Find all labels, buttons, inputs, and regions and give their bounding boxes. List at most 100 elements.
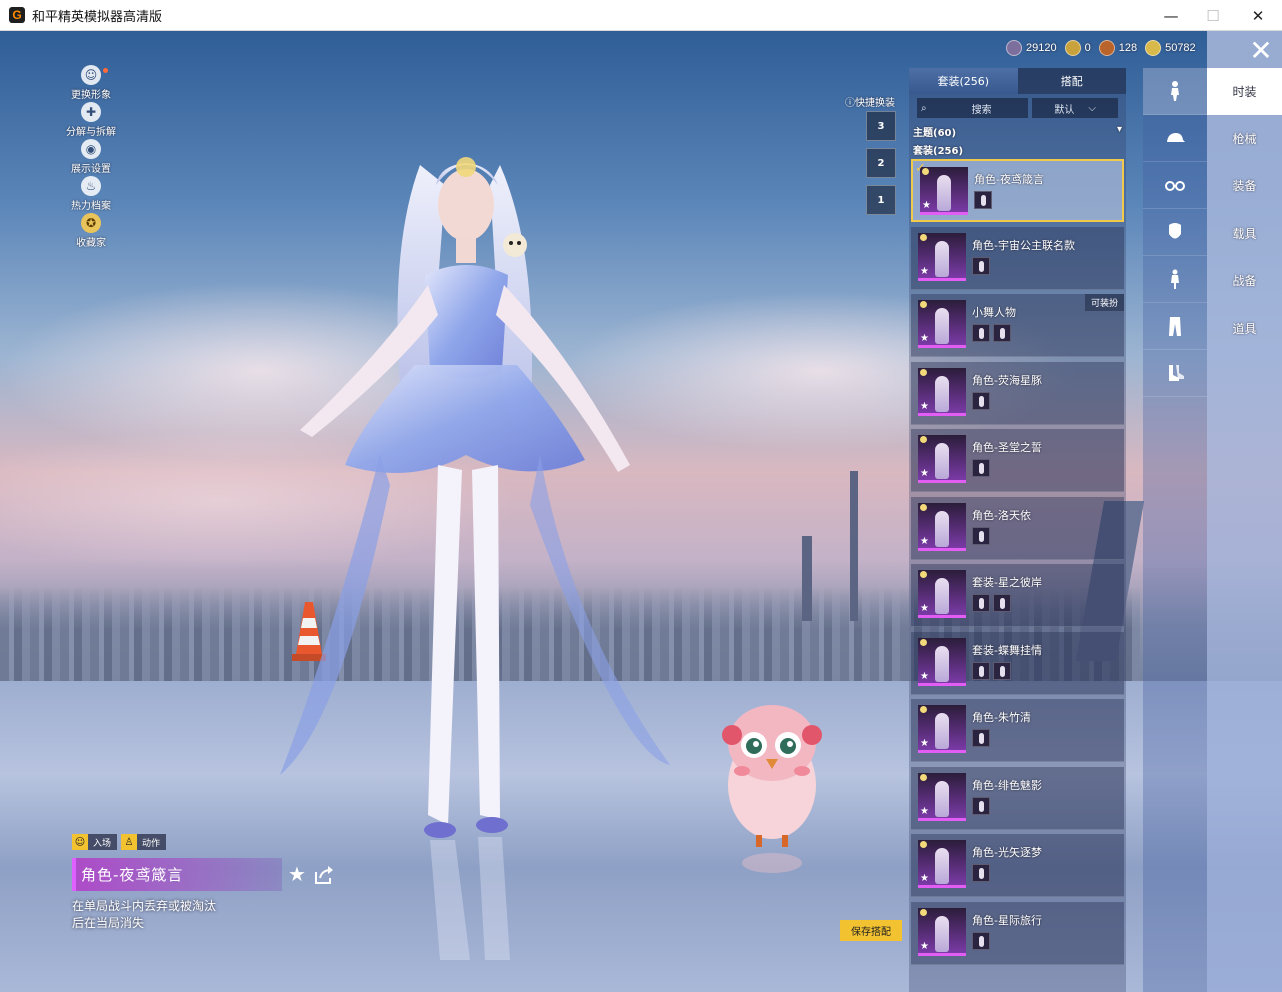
display-settings-button[interactable]: ◉ 展示设置 [55, 139, 127, 176]
outfit-part-icon[interactable] [974, 191, 992, 209]
outfit-parts [972, 594, 1011, 612]
glasses-category[interactable] [1143, 162, 1207, 209]
outfit-parts [974, 191, 992, 209]
change-avatar-button[interactable]: ☺ 更换形象 [55, 65, 127, 102]
window-close-button[interactable]: ✕ [1235, 0, 1281, 31]
outfit-part-icon[interactable] [972, 459, 990, 477]
collector-button[interactable]: ✪ 收藏家 [55, 213, 127, 250]
outfit-list-item[interactable]: ★ 角色-绯色魅影 [911, 766, 1124, 830]
outfit-list-item[interactable]: ★ 套装-星之彼岸 [911, 564, 1124, 627]
outfit-part-icon[interactable] [972, 324, 990, 342]
star-icon[interactable]: ★ [920, 266, 929, 277]
outfit-parts [972, 931, 990, 950]
outfit-part-icon[interactable] [972, 729, 990, 747]
outfit-list-item[interactable]: ★ 角色-宇宙公主联名款 [911, 226, 1124, 290]
figure-preview [935, 240, 949, 277]
quick-change-slot-1[interactable]: 1 [866, 185, 896, 215]
sort-dropdown[interactable]: 默认 ⌵ [1032, 98, 1118, 118]
action-tag[interactable]: ♙ 动作 [121, 834, 167, 850]
outfit-parts [972, 729, 990, 747]
outfit-list-item[interactable]: ★ 角色-荧海星豚 [911, 361, 1124, 425]
star-icon[interactable]: ★ [922, 200, 931, 211]
pants-category[interactable] [1143, 303, 1207, 350]
star-icon[interactable]: ★ [920, 468, 929, 479]
star-icon[interactable]: ★ [920, 536, 929, 547]
shoes-category[interactable] [1143, 350, 1207, 397]
help-icon[interactable]: ⓘ [845, 98, 855, 109]
heat-archive-label: 热力档案 [71, 201, 111, 212]
outfit-list-item[interactable]: ★ 套装-蝶舞挂情 [911, 631, 1124, 695]
outfit-list-item[interactable]: ★ 角色-星际旅行 [911, 901, 1124, 965]
favorite-star-icon[interactable]: ★ [286, 863, 308, 885]
maximize-button[interactable]: ☐ [1190, 0, 1236, 31]
heat-archive-button[interactable]: ♨ 热力档案 [55, 176, 127, 213]
currency-value: 29120 [1026, 42, 1057, 54]
mask-category[interactable] [1143, 209, 1207, 256]
outfit-part-icon[interactable] [972, 256, 990, 275]
outfit-part-icon[interactable] [972, 526, 990, 545]
figure-preview [935, 375, 949, 412]
figure-preview [935, 713, 949, 749]
star-icon[interactable]: ★ [920, 806, 929, 817]
entry-tag[interactable]: ☺ 入场 [72, 834, 118, 850]
outfit-parts [972, 391, 990, 410]
outfit-list-item[interactable]: ★ 小舞人物 可装扮 [911, 294, 1124, 357]
nav-items[interactable]: 道具 [1207, 305, 1282, 352]
character-category[interactable] [1143, 68, 1207, 115]
decompose-button[interactable]: ✚ 分解与拆解 [55, 102, 127, 139]
nav-fashion[interactable]: 时装 [1207, 68, 1282, 115]
outfit-list-item[interactable]: ★ 角色-朱竹清 [911, 699, 1124, 762]
nav-equipment[interactable]: 装备 [1207, 162, 1282, 209]
notification-dot [103, 68, 108, 73]
star-icon[interactable]: ★ [920, 873, 929, 884]
star-icon[interactable]: ★ [920, 738, 929, 749]
star-icon[interactable]: ★ [920, 941, 929, 952]
outfit-part-icon[interactable] [993, 661, 1011, 680]
outfit-list-item[interactable]: ★ 角色-圣堂之誓 [911, 429, 1124, 492]
outfit-part-icon[interactable] [972, 864, 990, 882]
theme-filter[interactable]: 主题(60) ▾ [913, 124, 1122, 139]
quick-change-slot-2[interactable]: 2 [866, 148, 896, 178]
outfit-part-icon[interactable] [972, 931, 990, 950]
top-icon [1171, 269, 1179, 289]
character-icon [1171, 81, 1179, 101]
minimize-button[interactable]: — [1148, 0, 1194, 31]
outfit-item-name: 小舞人物 [972, 306, 1016, 319]
action-tags: ☺ 入场 ♙ 动作 [72, 834, 167, 850]
outfit-part-icon[interactable] [993, 594, 1011, 612]
outfit-list-item[interactable]: ★ 角色-光矢逐梦 [911, 834, 1124, 897]
save-outfit-button[interactable]: 保存搭配 [840, 920, 902, 941]
outfit-part-icon[interactable] [972, 661, 990, 680]
outfit-slot-icon: 2 [877, 157, 885, 169]
outfit-part-icon[interactable] [972, 594, 990, 612]
close-icon[interactable]: ✕ [1245, 36, 1277, 66]
share-icon[interactable] [313, 864, 335, 886]
search-placeholder: 搜索 [971, 104, 992, 116]
outfit-thumbnail: ★ [920, 167, 968, 215]
star-icon[interactable]: ★ [920, 401, 929, 412]
star-icon[interactable]: ★ [920, 333, 929, 344]
outfit-item-name: 角色-荧海星豚 [972, 373, 1042, 387]
hat-category[interactable] [1143, 115, 1207, 162]
quick-change-slot-3[interactable]: 3 [866, 111, 896, 141]
outfit-part-icon[interactable] [972, 391, 990, 410]
nav-guns[interactable]: 枪械 [1207, 115, 1282, 162]
tab-outfits[interactable]: 套装(256) [909, 68, 1018, 94]
figure-preview [935, 848, 949, 884]
outfit-part-icon[interactable] [972, 796, 990, 815]
star-icon[interactable]: ★ [920, 603, 929, 614]
outfit-part-icon[interactable] [993, 324, 1011, 342]
nav-vehicles[interactable]: 载具 [1207, 210, 1282, 257]
search-input[interactable]: ⌕ 搜索 [917, 98, 1029, 118]
nav-gear[interactable]: 战备 [1207, 257, 1282, 304]
outfit-list: ★ 角色-夜鸢箴言 ✓ ★ 角色-宇宙公主联名款 ★ 小舞人物 可装扮 ★ 角色-荧海星豚 ★ 角色-… [909, 159, 1126, 969]
tab-match[interactable]: 搭配 [1017, 68, 1126, 94]
top-category[interactable] [1143, 256, 1207, 303]
outfit-list-item[interactable]: ★ 角色-洛天依 [911, 496, 1124, 560]
outfit-thumbnail: ★ [918, 232, 966, 281]
change-avatar-label: 更换形象 [71, 90, 111, 101]
outfit-list-item[interactable]: ★ 角色-夜鸢箴言 ✓ [911, 159, 1124, 222]
outfit-item-name: 角色-宇宙公主联名款 [972, 238, 1075, 252]
star-icon[interactable]: ★ [920, 671, 929, 682]
outfit-parts [972, 526, 990, 545]
